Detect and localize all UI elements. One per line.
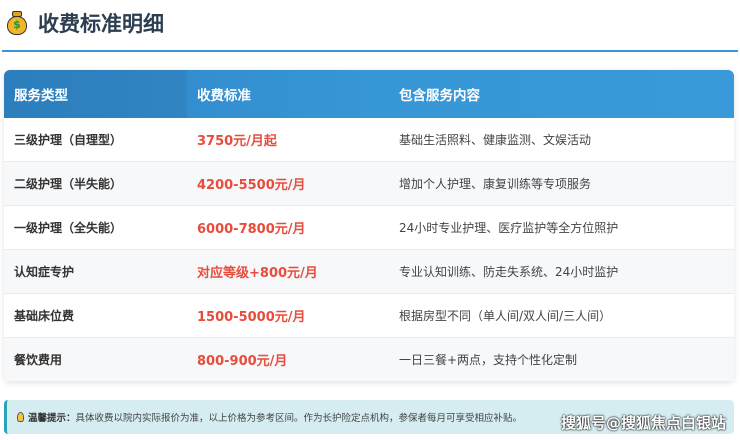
table-row: 三级护理（自理型） 3750元/月起 基础生活照料、健康监测、文娱活动 bbox=[4, 118, 734, 162]
fee-cell: 对应等级+800元/月 bbox=[197, 266, 318, 281]
fee-cell: 800-900元/月 bbox=[197, 354, 288, 369]
table-row: 基础床位费 1500-5000元/月 根据房型不同（单人间/双人间/三人间） bbox=[4, 294, 734, 338]
lightbulb-icon bbox=[17, 412, 24, 422]
service-type-cell: 一级护理（全失能） bbox=[14, 221, 123, 235]
page-header: $ 收费标准明细 bbox=[6, 8, 164, 38]
content-cell: 增加个人护理、康复训练等专项服务 bbox=[399, 177, 592, 191]
page-title: 收费标准明细 bbox=[38, 12, 164, 36]
title-divider bbox=[2, 50, 738, 52]
service-type-cell: 二级护理（半失能） bbox=[14, 177, 123, 191]
table-header: 服务类型 收费标准 包含服务内容 bbox=[4, 70, 734, 118]
service-type-cell: 餐饮费用 bbox=[14, 353, 63, 367]
table-row: 一级护理（全失能） 6000-7800元/月 24小时专业护理、医疗监护等全方位照护 bbox=[4, 206, 734, 250]
table-row: 认知症专护 对应等级+800元/月 专业认知训练、防走失系统、24小时监护 bbox=[4, 250, 734, 294]
content-cell: 专业认知训练、防走失系统、24小时监护 bbox=[399, 265, 619, 279]
service-type-cell: 三级护理（自理型） bbox=[14, 133, 123, 147]
content-cell: 一日三餐+两点，支持个性化定制 bbox=[399, 353, 578, 367]
content-cell: 基础生活照料、健康监测、文娱活动 bbox=[399, 133, 592, 147]
header-fee: 收费标准 bbox=[197, 88, 251, 104]
fee-cell: 3750元/月起 bbox=[197, 134, 277, 149]
fee-cell: 4200-5500元/月 bbox=[197, 178, 306, 193]
header-service-type: 服务类型 bbox=[4, 70, 187, 118]
fee-cell: 1500-5000元/月 bbox=[197, 310, 306, 325]
table-row: 餐饮费用 800-900元/月 一日三餐+两点，支持个性化定制 bbox=[4, 338, 734, 382]
service-type-cell: 基础床位费 bbox=[14, 309, 75, 323]
fee-cell: 6000-7800元/月 bbox=[197, 222, 306, 237]
service-type-cell: 认知症专护 bbox=[14, 265, 75, 279]
tip-label: 温馨提示： bbox=[28, 413, 76, 424]
header-content: 包含服务内容 bbox=[399, 88, 480, 104]
watermark: 搜狐号@搜狐焦点白银站 bbox=[560, 414, 726, 432]
table-row: 二级护理（半失能） 4200-5500元/月 增加个人护理、康复训练等专项服务 bbox=[4, 162, 734, 206]
content-cell: 24小时专业护理、医疗监护等全方位照护 bbox=[399, 221, 619, 235]
content-cell: 根据房型不同（单人间/双人间/三人间） bbox=[399, 309, 612, 323]
money-bag-icon: $ bbox=[6, 11, 28, 35]
fee-table: 服务类型 收费标准 包含服务内容 三级护理（自理型） 3750元/月起 基础生活照料… bbox=[4, 70, 734, 382]
tip-text: 具体收费以院内实际报价为准，以上价格为参考区间。作为长护险定点机构，参保者每月可… bbox=[75, 413, 523, 424]
